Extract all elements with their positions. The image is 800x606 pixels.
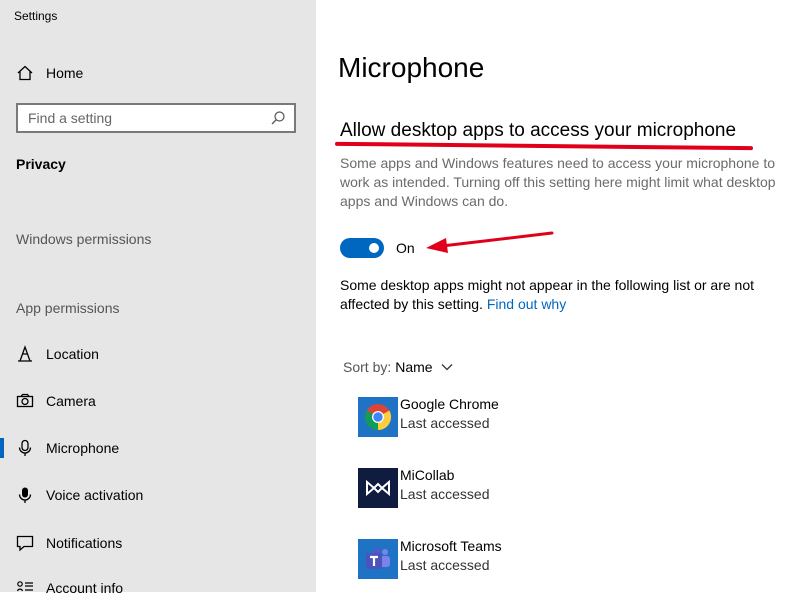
sidebar-item-camera[interactable]: Camera — [0, 383, 316, 419]
sidebar-item-label: Notifications — [46, 535, 123, 551]
account-info-icon — [16, 579, 34, 597]
app-last-accessed: Last accessed — [400, 415, 490, 431]
windows-permissions-label: Windows permissions — [16, 231, 152, 247]
sidebar-item-label: Location — [46, 346, 99, 362]
micollab-icon — [358, 468, 398, 508]
sidebar-item-label: Account info — [46, 580, 124, 596]
app-name: MiCollab — [400, 467, 455, 483]
voice-activation-icon — [16, 486, 34, 504]
app-row-chrome: Google Chrome Last accessed — [358, 395, 499, 437]
app-name: Microsoft Teams — [400, 538, 502, 554]
app-row-micollab: MiCollab Last accessed — [358, 466, 490, 508]
app-info: Google Chrome Last accessed — [400, 395, 499, 433]
sidebar-item-notifications[interactable]: Notifications — [0, 525, 316, 561]
teams-icon — [358, 539, 398, 579]
sidebar-item-voice-activation[interactable]: Voice activation — [0, 477, 316, 513]
sort-label: Sort by: — [343, 359, 392, 375]
search-icon[interactable] — [270, 110, 286, 126]
toggle-row: On — [340, 238, 415, 258]
app-last-accessed: Last accessed — [400, 557, 490, 573]
sidebar: Settings Home Privacy Windows permission… — [0, 0, 316, 596]
section-description: Some apps and Windows features need to a… — [340, 155, 776, 209]
section-title: Allow desktop apps to access your microp… — [340, 120, 737, 141]
app-permissions-label: App permissions — [16, 300, 120, 316]
annotation-arrow-icon — [426, 231, 554, 253]
home-label: Home — [46, 65, 84, 81]
camera-icon — [16, 392, 34, 410]
sidebar-item-label: Voice activation — [46, 487, 144, 503]
sidebar-item-location[interactable]: Location — [0, 336, 316, 372]
app-info: Microsoft Teams Last accessed — [400, 537, 502, 575]
find-out-why-link[interactable]: Find out why — [487, 296, 566, 312]
page-title: Microphone — [338, 52, 485, 83]
chevron-down-icon — [441, 364, 453, 371]
toggle-state-label: On — [396, 240, 415, 256]
category-title: Privacy — [16, 156, 66, 172]
location-icon — [16, 345, 34, 363]
window-title: Settings — [14, 9, 58, 23]
annotation-underline — [334, 141, 754, 151]
sort-value: Name — [395, 359, 433, 375]
sidebar-item-label: Camera — [46, 393, 96, 409]
toggle-knob — [369, 243, 379, 253]
home-nav-item[interactable]: Home — [0, 55, 316, 91]
app-name: Google Chrome — [400, 396, 499, 412]
microphone-icon — [16, 439, 34, 457]
chrome-icon — [358, 397, 398, 437]
sidebar-item-account-info[interactable]: Account info — [0, 570, 316, 606]
app-last-accessed: Last accessed — [400, 486, 490, 502]
home-icon — [16, 64, 34, 82]
app-row-teams: Microsoft Teams Last accessed — [358, 537, 502, 579]
sidebar-item-microphone[interactable]: Microphone — [0, 430, 316, 466]
sidebar-item-label: Microphone — [46, 440, 120, 456]
main-content: Microphone Allow desktop apps to access … — [316, 0, 800, 592]
desktop-apps-access-toggle[interactable] — [340, 238, 384, 258]
apps-note: Some desktop apps might not appear in th… — [340, 276, 770, 314]
app-info: MiCollab Last accessed — [400, 466, 490, 504]
search-box[interactable] — [16, 103, 296, 133]
search-input[interactable] — [18, 109, 270, 127]
sort-by-dropdown[interactable]: Sort by: Name — [343, 359, 453, 375]
notifications-icon — [16, 534, 34, 552]
